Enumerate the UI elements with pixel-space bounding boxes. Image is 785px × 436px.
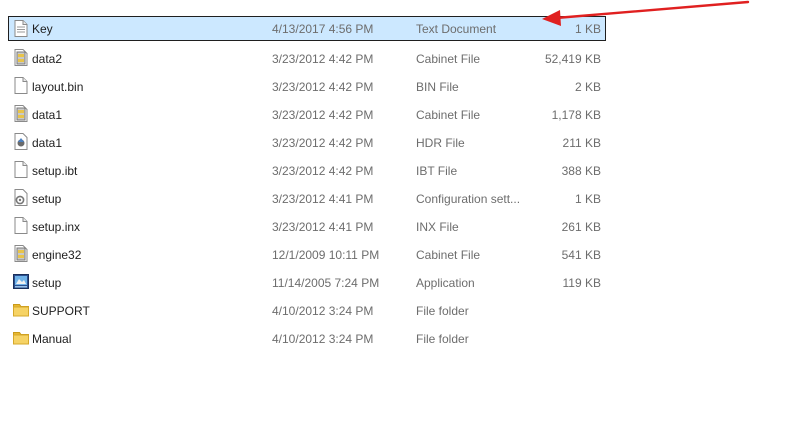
file-size: 119 KB [562, 276, 601, 290]
file-size: 211 KB [562, 136, 601, 150]
file-type: Application [416, 276, 475, 290]
file-name: setup [32, 192, 62, 206]
file-row[interactable]: data1 3/23/2012 4:42 PM Cabinet File 1,178 … [8, 100, 606, 128]
file-date-modified: 4/13/2017 4:56 PM [272, 22, 374, 36]
file-type: Configuration sett... [416, 192, 521, 206]
file-row[interactable]: setup 11/14/2005 7:24 PM Application 119 KB [8, 268, 606, 296]
application-icon [13, 273, 29, 290]
file-row[interactable]: SUPPORT 4/10/2012 3:24 PM File folder [8, 296, 606, 324]
file-date-modified: 12/1/2009 10:11 PM [272, 248, 380, 262]
file-date-modified: 4/10/2012 3:24 PM [272, 304, 374, 318]
file-size: 388 KB [561, 164, 601, 178]
file-type: File folder [416, 332, 469, 346]
file-date-modified: 3/23/2012 4:42 PM [272, 80, 374, 94]
file-name: engine32 [32, 248, 82, 262]
blank-file-icon [13, 217, 29, 234]
file-size: 52,419 KB [544, 52, 601, 66]
cabinet-file-icon [13, 105, 29, 122]
file-type: Cabinet File [416, 248, 481, 262]
file-name: SUPPORT [32, 304, 90, 318]
file-row[interactable]: setup.ibt 3/23/2012 4:42 PM IBT File 388 KB [8, 156, 606, 184]
text-document-icon [13, 20, 29, 37]
folder-icon [13, 329, 29, 346]
file-name: data1 [32, 108, 63, 122]
blank-file-icon [13, 77, 29, 94]
file-size: 1,178 KB [551, 108, 601, 122]
file-name: data1 [32, 136, 63, 150]
file-name: layout.bin [32, 80, 84, 94]
cabinet-file-icon [13, 245, 29, 262]
file-row[interactable]: data1 3/23/2012 4:42 PM HDR File 211 KB [8, 128, 606, 156]
file-name: Key [32, 22, 53, 36]
file-type: Cabinet File [416, 52, 481, 66]
file-name: setup.inx [32, 220, 81, 234]
file-list: Key 4/13/2017 4:56 PM Text Document 1 KB dat… [8, 16, 606, 352]
file-explorer-view: Key 4/13/2017 4:56 PM Text Document 1 KB dat… [0, 0, 785, 436]
file-date-modified: 3/23/2012 4:42 PM [272, 164, 374, 178]
folder-icon [13, 301, 29, 318]
file-row[interactable]: layout.bin 3/23/2012 4:42 PM BIN File 2 KB [8, 72, 606, 100]
file-size: 1 KB [574, 192, 601, 206]
file-size: 2 KB [574, 80, 601, 94]
file-date-modified: 4/10/2012 3:24 PM [272, 332, 374, 346]
file-row[interactable]: data2 3/23/2012 4:42 PM Cabinet File 52,419… [8, 44, 606, 72]
file-name: data2 [32, 52, 63, 66]
file-type: Cabinet File [416, 108, 481, 122]
blank-file-icon [13, 161, 29, 178]
file-date-modified: 3/23/2012 4:42 PM [272, 108, 374, 122]
file-row[interactable]: engine32 12/1/2009 10:11 PM Cabinet File 54… [8, 240, 606, 268]
file-row[interactable]: Manual 4/10/2012 3:24 PM File folder [8, 324, 606, 352]
file-date-modified: 3/23/2012 4:42 PM [272, 136, 374, 150]
config-file-icon [13, 189, 29, 206]
file-type: INX File [416, 220, 459, 234]
file-row[interactable]: Key 4/13/2017 4:56 PM Text Document 1 KB [8, 16, 606, 41]
hdr-file-icon [13, 133, 29, 150]
cabinet-file-icon [13, 49, 29, 66]
file-size: 1 KB [574, 22, 601, 36]
file-type: HDR File [416, 136, 465, 150]
file-type: Text Document [416, 22, 497, 36]
file-type: File folder [416, 304, 469, 318]
file-name: setup [32, 276, 62, 290]
file-date-modified: 3/23/2012 4:42 PM [272, 52, 374, 66]
file-size: 541 KB [561, 248, 601, 262]
file-row[interactable]: setup 3/23/2012 4:41 PM Configuration sett… [8, 184, 606, 212]
file-date-modified: 11/14/2005 7:24 PM [272, 276, 380, 290]
file-type: BIN File [416, 80, 459, 94]
file-name: Manual [32, 332, 72, 346]
file-type: IBT File [416, 164, 458, 178]
file-size: 261 KB [561, 220, 601, 234]
file-name: setup.ibt [32, 164, 78, 178]
file-row[interactable]: setup.inx 3/23/2012 4:41 PM INX File 261 KB [8, 212, 606, 240]
file-date-modified: 3/23/2012 4:41 PM [272, 192, 374, 206]
file-date-modified: 3/23/2012 4:41 PM [272, 220, 374, 234]
